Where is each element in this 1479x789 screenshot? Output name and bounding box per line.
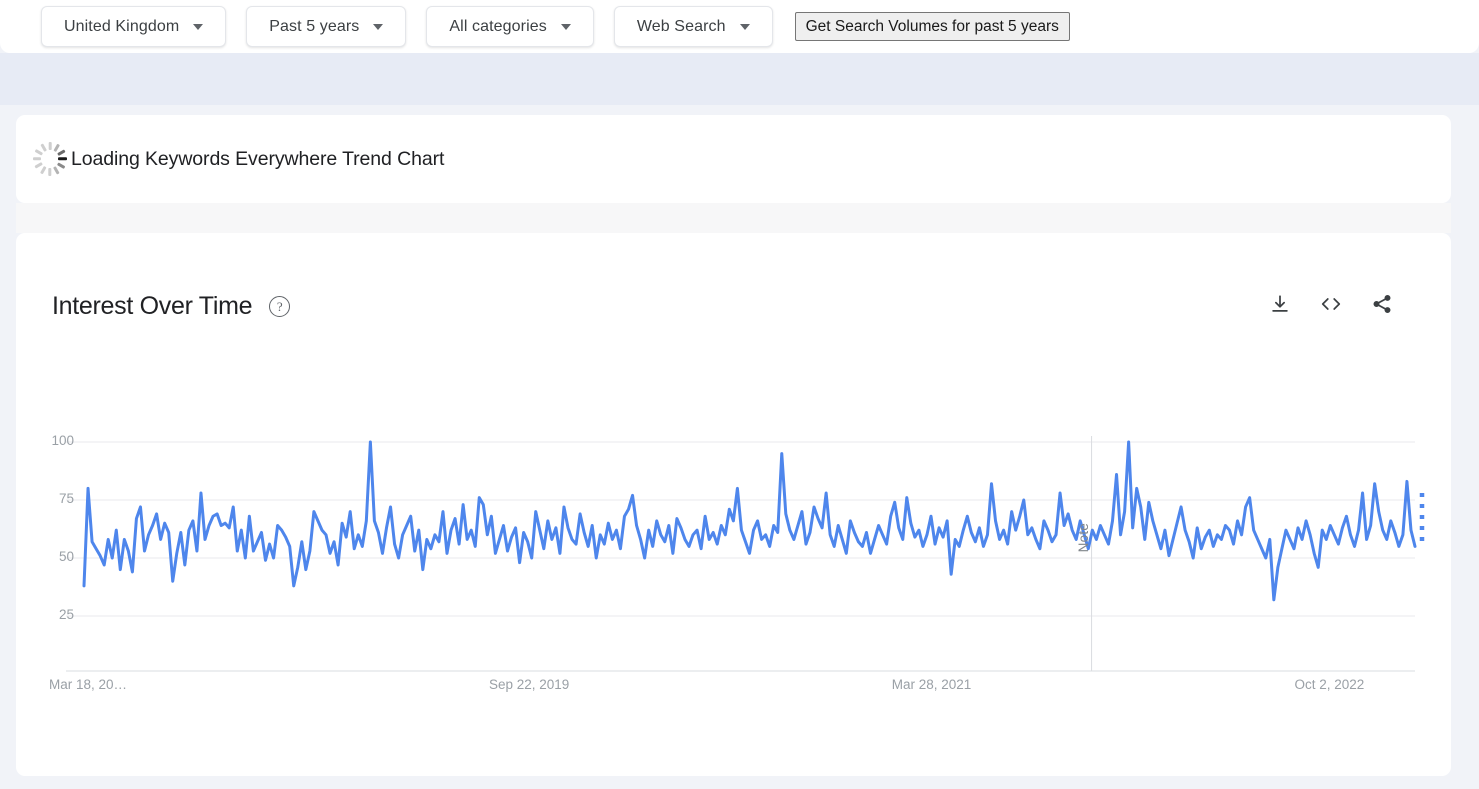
chevron-down-icon [739, 23, 750, 30]
filter-time-range-label: Past 5 years [269, 17, 360, 35]
interest-over-time-card: Interest Over Time ? 25 50 75 100 Mar 18… [16, 233, 1451, 776]
x-axis-tick-label: Mar 18, 20… [49, 677, 128, 692]
x-axis-tick-label: Oct 2, 2022 [1294, 677, 1365, 692]
y-axis-tick-label: 100 [51, 433, 74, 448]
interest-over-time-plot[interactable]: 25 50 75 100 Mar 18, 20… Sep 22, 2019 Mar 28, … [16, 233, 1451, 776]
series-line [82, 440, 1417, 602]
filter-bar: United Kingdom Past 5 years All categori… [0, 0, 1479, 53]
chevron-down-icon [193, 23, 204, 30]
loading-row: Loading Keywords Everywhere Trend Chart [26, 135, 444, 183]
x-axis-tick-label: Mar 28, 2021 [891, 677, 972, 692]
y-axis-tick-label: 50 [58, 549, 74, 564]
filter-time-range[interactable]: Past 5 years [246, 6, 407, 47]
y-axis-tick-label: 25 [58, 607, 74, 622]
filter-search-type[interactable]: Web Search [613, 6, 773, 47]
filter-search-type-label: Web Search [636, 17, 726, 35]
plot-svg [66, 436, 1425, 672]
loading-spinner-icon [26, 135, 74, 183]
get-search-volumes-button[interactable]: Get Search Volumes for past 5 years [794, 12, 1070, 41]
loading-panel: Loading Keywords Everywhere Trend Chart [16, 115, 1451, 203]
filter-region-label: United Kingdom [64, 17, 180, 35]
x-axis-tick-label: Sep 22, 2019 [488, 677, 570, 692]
chevron-down-icon [560, 23, 571, 30]
filter-category-label: All categories [449, 17, 547, 35]
filter-region[interactable]: United Kingdom [41, 6, 227, 47]
note-annotation-label[interactable]: Note [1076, 523, 1091, 552]
chevron-down-icon [373, 23, 384, 30]
header-band [0, 53, 1479, 105]
y-axis-tick-label: 75 [58, 491, 74, 506]
filter-category[interactable]: All categories [426, 6, 594, 47]
loading-panel-text: Loading Keywords Everywhere Trend Chart [71, 147, 445, 170]
card-gap [16, 203, 1451, 233]
